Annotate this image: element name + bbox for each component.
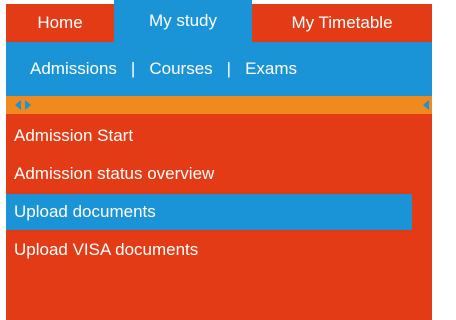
tab-my-timetable-label: My Timetable bbox=[291, 13, 393, 32]
scroll-right-icon[interactable] bbox=[22, 96, 34, 114]
tab-home[interactable]: Home bbox=[6, 4, 114, 42]
tab-my-timetable[interactable]: My Timetable bbox=[252, 4, 432, 42]
menu-item-upload-documents[interactable]: Upload documents bbox=[6, 194, 412, 230]
subnav-item-courses[interactable]: Courses bbox=[149, 59, 212, 79]
tab-my-study[interactable]: My study bbox=[114, 0, 252, 42]
tab-my-study-label: My study bbox=[148, 11, 218, 30]
scroll-strip bbox=[6, 96, 432, 114]
menu-item-label: Upload documents bbox=[14, 202, 156, 221]
menu-item-label: Admission status overview bbox=[14, 164, 215, 183]
subnav-item-exams[interactable]: Exams bbox=[245, 59, 297, 79]
scroll-left-icon[interactable] bbox=[420, 96, 432, 114]
subnav-separator: | bbox=[226, 59, 232, 78]
subnav-separator: | bbox=[130, 59, 136, 78]
menu-item-label: Admission Start bbox=[14, 126, 134, 145]
menu-item-upload-visa-documents[interactable]: Upload VISA documents bbox=[6, 232, 198, 268]
subnav-item-admissions[interactable]: Admissions bbox=[30, 59, 117, 79]
menu-item-admission-start[interactable]: Admission Start bbox=[6, 118, 133, 154]
tab-home-label: Home bbox=[37, 13, 83, 32]
menu-item-admission-status-overview[interactable]: Admission status overview bbox=[6, 156, 214, 192]
sub-navigation: Admissions | Courses | Exams bbox=[6, 42, 432, 96]
side-menu: Admission Start Admission status overvie… bbox=[6, 114, 432, 320]
menu-item-label: Upload VISA documents bbox=[14, 240, 199, 259]
top-tabs: Home My study My Timetable bbox=[0, 0, 456, 42]
